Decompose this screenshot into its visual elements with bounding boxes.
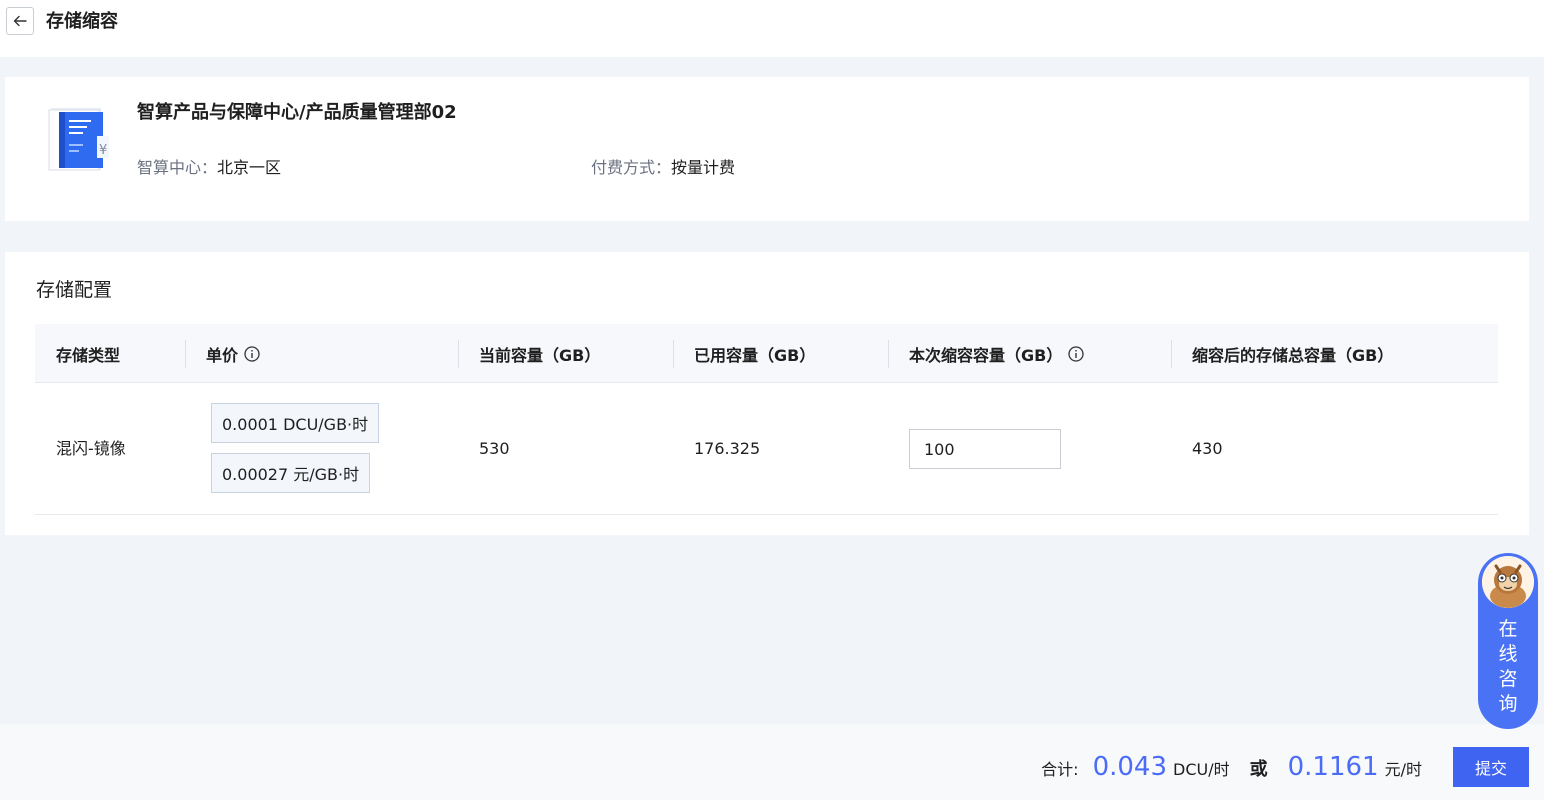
cell-after-capacity: 430 (1192, 439, 1223, 458)
price-yuan-tag: 0.00027 元/GB·时 (211, 453, 371, 493)
total-label: 合计: (1041, 760, 1079, 779)
col-current-capacity: 当前容量（GB） (479, 345, 601, 365)
footer-bar: 合计: 0.043 DCU/时 或 0.1161 元/时 提交 (0, 724, 1544, 800)
billing-info: 付费方式：按量计费 (591, 157, 735, 179)
resource-title: 智算产品与保障中心/产品质量管理部02 (137, 102, 457, 123)
cell-current-capacity: 530 (479, 439, 510, 458)
col-unit-price: 单价 (206, 324, 260, 383)
consult-char: 咨 (1498, 668, 1518, 690)
info-circle-icon[interactable] (1068, 345, 1084, 362)
yuan-price-value: 0.1161 (1287, 752, 1379, 782)
dcu-price-value: 0.043 (1092, 752, 1167, 782)
column-divider (185, 340, 186, 368)
mascot-icon (1482, 556, 1534, 608)
consult-char: 在 (1498, 618, 1518, 640)
consult-char: 询 (1498, 693, 1518, 715)
billing-label: 付费方式： (591, 158, 672, 177)
col-storage-type: 存储类型 (56, 345, 121, 365)
mascot-avatar (1482, 556, 1534, 608)
top-bar: 存储缩容 (0, 0, 1544, 57)
col-shrink-capacity: 本次缩容容量（GB） (909, 324, 1084, 383)
table-row: 混闪-镜像 0.0001 DCU/GB·时 0.00027 元/GB·时 530… (35, 383, 1498, 515)
submit-button[interactable]: 提交 (1453, 747, 1529, 787)
or-label: 或 (1249, 759, 1268, 780)
column-divider (888, 340, 889, 368)
center-value: 北京一区 (217, 158, 282, 177)
price-dcu-tag: 0.0001 DCU/GB·时 (211, 403, 380, 443)
shrink-capacity-input[interactable] (909, 429, 1061, 469)
online-consult-button[interactable]: 在 线 咨 询 (1478, 553, 1538, 729)
cell-storage-type: 混闪-镜像 (56, 439, 126, 458)
billing-value: 按量计费 (671, 158, 736, 177)
column-divider (1171, 340, 1172, 368)
col-used-capacity: 已用容量（GB） (694, 345, 816, 365)
consult-label: 在 线 咨 询 (1478, 617, 1538, 717)
cell-used-capacity: 176.325 (694, 439, 761, 458)
yuan-price-unit: 元/时 (1384, 760, 1422, 779)
table-header: 存储类型 单价 当前容量（GB） 已用容量（GB） 本次缩容容量（GB） 缩容后… (35, 324, 1498, 383)
column-divider (673, 340, 674, 368)
consult-char: 线 (1498, 643, 1518, 665)
dcu-price-unit: DCU/时 (1173, 760, 1230, 779)
section-title: 存储配置 (36, 279, 113, 301)
storage-config-card: 存储配置 存储类型 单价 当前容量（GB） 已用容量（GB） 本次缩容容量（GB… (5, 252, 1529, 535)
col-unit-price-label: 单价 (206, 345, 239, 365)
center-label: 智算中心： (137, 158, 218, 177)
resource-info-card: ¥ 智算产品与保障中心/产品质量管理部02 智算中心：北京一区 付费方式：按量计… (5, 77, 1529, 221)
page-title: 存储缩容 (46, 11, 118, 32)
col-after-capacity: 缩容后的存储总容量（GB） (1192, 345, 1394, 365)
total-price: 合计: 0.043 DCU/时 或 0.1161 元/时 (1041, 752, 1422, 782)
svg-text:¥: ¥ (99, 143, 107, 158)
col-shrink-capacity-label: 本次缩容容量（GB） (909, 345, 1063, 365)
arrow-left-icon (13, 15, 27, 27)
center-info: 智算中心：北京一区 (137, 157, 281, 179)
storage-product-icon: ¥ (48, 108, 109, 171)
info-circle-icon[interactable] (244, 345, 260, 362)
back-button[interactable] (6, 7, 34, 35)
column-divider (458, 340, 459, 368)
